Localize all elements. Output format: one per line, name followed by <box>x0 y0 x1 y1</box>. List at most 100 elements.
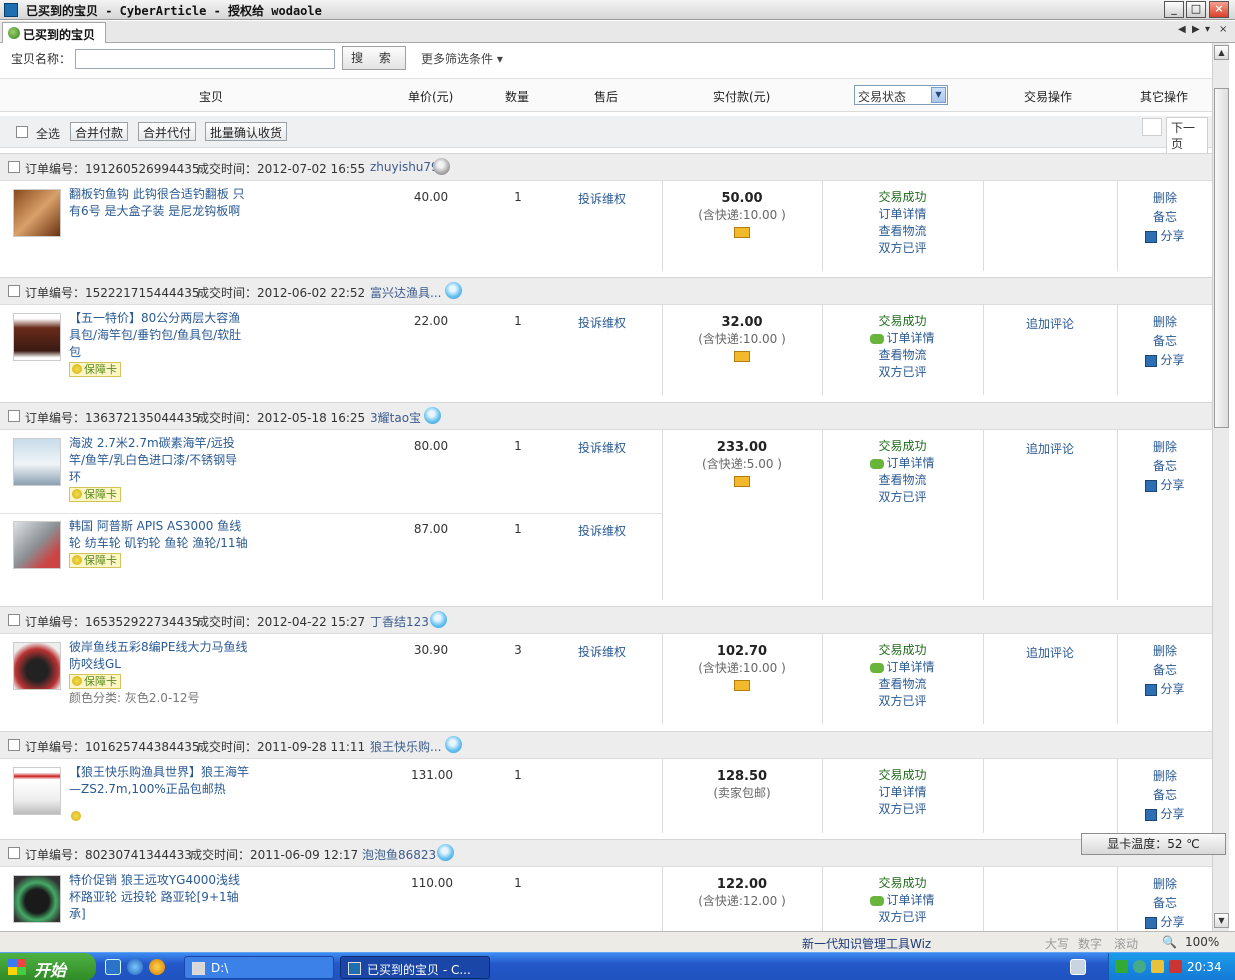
trade-status-select[interactable]: 交易状态 ▼ <box>854 85 948 105</box>
order-checkbox[interactable] <box>8 847 20 859</box>
maximize-button[interactable]: □ <box>1186 1 1206 18</box>
item-thumbnail[interactable] <box>13 438 61 486</box>
seller-name[interactable]: 丁香结123 <box>370 613 429 630</box>
delete-link[interactable]: 删除 <box>1118 767 1212 786</box>
item-thumbnail[interactable] <box>13 189 61 237</box>
complaint-link[interactable]: 投诉维权 <box>578 314 626 331</box>
order-detail-link[interactable]: 订单详情 <box>823 784 982 801</box>
item-title[interactable]: 【狼王快乐购渔具世界】狼王海竿—ZS2.7m,100%正品包邮热 <box>69 764 249 821</box>
memo-link[interactable]: 备忘 <box>1118 894 1212 913</box>
seller-name[interactable]: zhuyishu79 <box>370 160 439 174</box>
wangwang-offline-icon[interactable] <box>433 158 450 175</box>
add-review-link[interactable]: 追加评论 <box>1026 442 1074 456</box>
item-title[interactable]: 特价促销 狼王远攻YG4000浅线杯路亚轮 远投轮 路亚轮[9+1轴承] <box>69 872 249 923</box>
share-link[interactable]: 分享 <box>1118 680 1212 699</box>
item-name-input[interactable] <box>75 49 335 69</box>
view-logistics-link[interactable]: 查看物流 <box>823 472 982 489</box>
share-link[interactable]: 分享 <box>1118 227 1212 246</box>
tab-menu-icon[interactable]: ▾ <box>1205 24 1210 35</box>
next-page-button[interactable]: 下一页 <box>1166 117 1208 157</box>
browser-icon[interactable] <box>149 959 165 975</box>
memo-link[interactable]: 备忘 <box>1118 457 1212 476</box>
order-detail-link[interactable]: 订单详情 <box>823 330 982 347</box>
scroll-thumb[interactable] <box>1214 88 1229 428</box>
delete-link[interactable]: 删除 <box>1118 438 1212 457</box>
order-checkbox[interactable] <box>8 410 20 422</box>
delete-link[interactable]: 删除 <box>1118 875 1212 894</box>
item-title[interactable]: 韩国 阿普斯 APIS AS3000 鱼线轮 纺车轮 矶钓轮 鱼轮 渔轮/11轴… <box>69 518 249 569</box>
guarantee-badge[interactable]: 保障卡 <box>69 362 121 377</box>
order-detail-link[interactable]: 订单详情 <box>823 206 982 223</box>
view-logistics-link[interactable]: 查看物流 <box>823 223 982 240</box>
more-filters-link[interactable]: 更多筛选条件 ▾ <box>421 50 503 67</box>
start-button[interactable]: 开始 <box>0 953 96 980</box>
item-thumbnail[interactable] <box>13 767 61 815</box>
delete-link[interactable]: 删除 <box>1118 313 1212 332</box>
ie-icon[interactable] <box>127 959 143 975</box>
complaint-link[interactable]: 投诉维权 <box>578 522 626 539</box>
order-checkbox[interactable] <box>8 161 20 173</box>
scroll-down-icon[interactable]: ▼ <box>1214 913 1229 928</box>
order-checkbox[interactable] <box>8 285 20 297</box>
share-link[interactable]: 分享 <box>1118 805 1212 824</box>
wangwang-online-icon[interactable] <box>445 282 462 299</box>
merge-proxy-pay-button[interactable]: 合并代付 <box>138 122 197 141</box>
antivirus-icon[interactable] <box>1169 960 1182 973</box>
item-title[interactable]: 【五一特价】80公分两层大容渔具包/海竿包/垂钓包/鱼具包/软肚包 保障卡 <box>69 310 249 378</box>
memo-link[interactable]: 备忘 <box>1118 661 1212 680</box>
close-button[interactable]: × <box>1209 1 1229 18</box>
vertical-scrollbar[interactable]: ▲ ▼ <box>1212 43 1229 931</box>
volume-icon[interactable] <box>1151 960 1164 973</box>
network-icon[interactable] <box>1115 960 1128 973</box>
delete-link[interactable]: 删除 <box>1118 642 1212 661</box>
seller-name[interactable]: 泡泡鱼86823 <box>362 846 436 863</box>
desktop-icon[interactable] <box>105 959 121 975</box>
guarantee-badge[interactable]: 保障卡 <box>69 553 121 568</box>
memo-link[interactable]: 备忘 <box>1118 208 1212 227</box>
seller-name[interactable]: 3耀tao宝 <box>370 409 421 426</box>
add-review-link[interactable]: 追加评论 <box>1026 317 1074 331</box>
item-title[interactable]: 海波 2.7米2.7m碳素海竿/远投竿/鱼竿/乳白色进口漆/不锈钢导环 保障卡 <box>69 435 249 503</box>
zoom-icon[interactable]: 🔍 <box>1162 935 1177 949</box>
order-checkbox[interactable] <box>8 739 20 751</box>
guarantee-badge[interactable]: 保障卡 <box>69 674 121 689</box>
add-review-link[interactable]: 追加评论 <box>1026 646 1074 660</box>
batch-confirm-button[interactable]: 批量确认收货 <box>205 122 288 141</box>
tab-purchased-items[interactable]: 已买到的宝贝 <box>2 22 106 43</box>
minimize-button[interactable]: _ <box>1164 1 1184 18</box>
seller-name[interactable]: 狼王快乐购... <box>370 738 441 755</box>
tab-close-icon[interactable]: × <box>1219 24 1227 35</box>
scroll-up-icon[interactable]: ▲ <box>1214 45 1229 60</box>
complaint-link[interactable]: 投诉维权 <box>578 439 626 456</box>
taskbar-item-cyberarticle[interactable]: 已买到的宝贝 - C... <box>340 956 490 979</box>
search-button[interactable]: 搜 索 <box>342 46 406 70</box>
item-thumbnail[interactable] <box>13 521 61 569</box>
item-title[interactable]: 翻板钓鱼钩 此钩很合适钓翻板 只有6号 是大盒子装 是尼龙钩板啊 <box>69 186 249 220</box>
order-detail-link[interactable]: 订单详情 <box>823 659 982 676</box>
share-link[interactable]: 分享 <box>1118 913 1212 931</box>
seller-name[interactable]: 富兴达渔具... <box>370 284 441 301</box>
guarantee-badge[interactable]: 保障卡 <box>69 487 121 502</box>
wangwang-online-icon[interactable] <box>437 844 454 861</box>
item-thumbnail[interactable] <box>13 313 61 361</box>
share-link[interactable]: 分享 <box>1118 476 1212 495</box>
complaint-link[interactable]: 投诉维权 <box>578 643 626 660</box>
wangwang-online-icon[interactable] <box>424 407 441 424</box>
share-link[interactable]: 分享 <box>1118 351 1212 370</box>
merge-pay-button[interactable]: 合并付款 <box>70 122 129 141</box>
tab-next-icon[interactable]: ▶ <box>1192 24 1200 35</box>
view-logistics-link[interactable]: 查看物流 <box>823 347 982 364</box>
complaint-link[interactable]: 投诉维权 <box>578 190 626 207</box>
order-checkbox[interactable] <box>8 614 20 626</box>
tab-prev-icon[interactable]: ◀ <box>1178 24 1186 35</box>
item-title[interactable]: 彼岸鱼线五彩8编PE线大力马鱼线防咬线GL 保障卡 颜色分类: 灰色2.0-12… <box>69 639 249 707</box>
wangwang-online-icon[interactable] <box>445 736 462 753</box>
memo-link[interactable]: 备忘 <box>1118 786 1212 805</box>
zoom-level[interactable]: 100% <box>1185 935 1219 949</box>
memo-link[interactable]: 备忘 <box>1118 332 1212 351</box>
security-icon[interactable] <box>1133 960 1146 973</box>
delete-link[interactable]: 删除 <box>1118 189 1212 208</box>
wangwang-online-icon[interactable] <box>430 611 447 628</box>
item-thumbnail[interactable] <box>13 642 61 690</box>
taskbar-item-explorer[interactable]: D:\ <box>184 956 334 979</box>
